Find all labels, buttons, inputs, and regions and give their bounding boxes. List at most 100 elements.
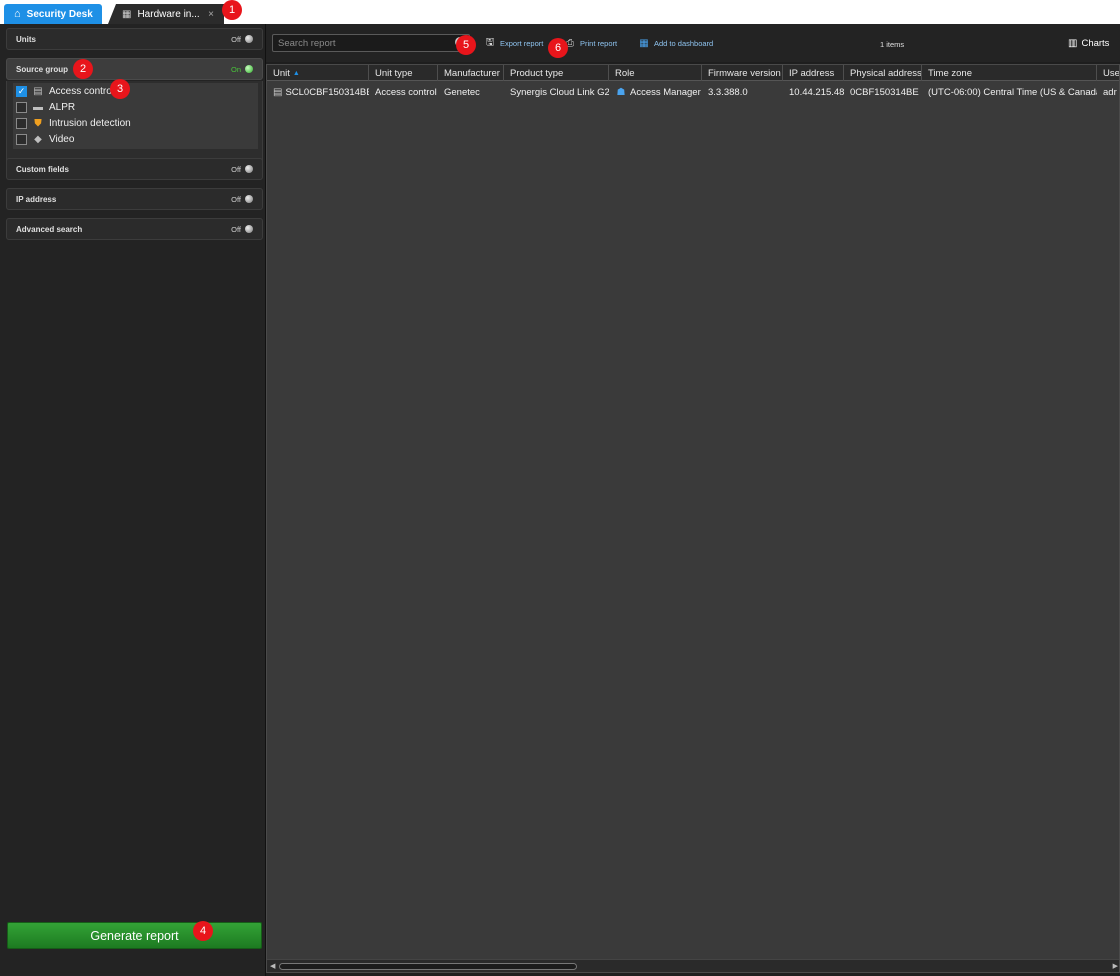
filter-source-group-label: Source group — [16, 64, 69, 74]
filter-advanced-search-toggle[interactable]: Off — [231, 225, 253, 234]
cell-physical-address: 0CBF150314BE — [850, 86, 919, 98]
cell-role: ☗ Access Manager — [609, 83, 702, 101]
alpr-icon: ▬ — [33, 101, 43, 113]
print-report-button[interactable]: ⎙ Print report — [564, 36, 617, 50]
toggle-led-on-icon — [245, 65, 253, 73]
bar-chart-icon: ▥ — [1068, 38, 1078, 49]
toggle-led-icon — [245, 225, 253, 233]
filter-panel: Units Off Source group On ✓ ▤ Access con… — [0, 24, 266, 976]
cell-role-value: Access Manager — [630, 86, 701, 98]
tab-hardware-inventory[interactable]: ▦ Hardware in... × — [108, 4, 224, 24]
cell-user: adr — [1103, 86, 1117, 98]
horizontal-scrollbar[interactable]: ◀ ▶ — [267, 959, 1119, 972]
column-header-time-zone[interactable]: Time zone — [922, 65, 1097, 81]
filter-source-group-state: On — [230, 64, 241, 74]
charts-button[interactable]: ▥ Charts — [1068, 38, 1109, 49]
column-header-label: Physical address — [850, 67, 922, 79]
source-item-alpr[interactable]: ▬ ALPR — [13, 99, 258, 115]
intrusion-shield-icon: ⛊ — [34, 117, 42, 129]
checkbox-access-control[interactable]: ✓ — [16, 85, 27, 97]
print-report-label: Print report — [580, 38, 618, 48]
cell-unit-type: Access control — [375, 86, 437, 98]
column-header-label: Unit — [273, 67, 290, 79]
column-header-manufacturer[interactable]: Manufacturer — [438, 65, 504, 81]
filter-units[interactable]: Units Off — [6, 28, 263, 50]
generate-report-button[interactable]: Generate report — [7, 922, 262, 949]
source-item-label: ALPR — [49, 101, 76, 113]
source-group-list: ✓ ▤ Access control ▬ ALPR ⛊ Intrusion de… — [13, 83, 258, 149]
report-toolbar: Search report 🖫 Export report ⎙ Print re… — [266, 24, 1120, 62]
export-icon: 🖫 — [485, 36, 495, 48]
column-header-label: Time zone — [928, 67, 972, 79]
checkbox-intrusion-detection[interactable] — [16, 117, 27, 129]
column-header-physical-address[interactable]: Physical address — [844, 65, 922, 81]
scroll-left-icon[interactable]: ◀ — [270, 962, 275, 970]
close-tab-icon[interactable]: × — [208, 9, 214, 20]
export-report-label: Export report — [500, 38, 544, 48]
column-header-role[interactable]: Role — [609, 65, 702, 81]
tab-security-desk[interactable]: ⌂ Security Desk — [4, 4, 102, 24]
access-control-unit-icon: ▤ — [273, 86, 283, 98]
filter-ip-address-toggle[interactable]: Off — [231, 195, 253, 204]
filter-units-label: Units — [16, 34, 36, 44]
column-header-label: Unit type — [375, 67, 413, 79]
report-table: Unit ▲ Unit type Manufacturer Product ty… — [266, 64, 1120, 973]
table-header: Unit ▲ Unit type Manufacturer Product ty… — [267, 65, 1120, 81]
column-header-label: Manufacturer — [444, 67, 500, 79]
callout-badge-4: 4 — [193, 921, 213, 941]
source-item-label: Intrusion detection — [49, 117, 131, 129]
source-item-intrusion-detection[interactable]: ⛊ Intrusion detection — [13, 115, 258, 131]
source-item-access-control[interactable]: ✓ ▤ Access control — [13, 83, 258, 99]
cell-product-type: Synergis Cloud Link G2 — [510, 86, 609, 98]
hardware-report-icon: ▦ — [122, 8, 132, 20]
tab-hardware-inventory-label: Hardware in... — [137, 8, 200, 20]
column-header-firmware-version[interactable]: Firmware version — [702, 65, 783, 81]
filter-advanced-search-label: Advanced search — [16, 224, 83, 234]
dashboard-add-icon: ▦ — [639, 37, 649, 49]
column-header-user[interactable]: Use — [1097, 65, 1120, 81]
cell-unit: ▤ SCL0CBF150314BE — [267, 83, 369, 101]
cell-time-zone: (UTC-06:00) Central Time (US & Canada) — [928, 86, 1097, 98]
column-header-unit[interactable]: Unit ▲ — [267, 65, 369, 81]
callout-badge-3: 3 — [110, 79, 130, 99]
sort-ascending-icon: ▲ — [292, 69, 300, 77]
checkbox-alpr[interactable] — [16, 101, 27, 113]
add-to-dashboard-label: Add to dashboard — [654, 38, 714, 48]
filter-source-group-toggle[interactable]: On — [231, 65, 253, 74]
callout-badge-2: 2 — [73, 59, 93, 79]
filter-ip-address[interactable]: IP address Off — [6, 188, 263, 210]
filter-units-toggle[interactable]: Off — [231, 35, 253, 44]
video-icon: ◆ — [34, 133, 42, 145]
filter-advanced-search-state: Off — [231, 224, 241, 234]
filter-custom-fields[interactable]: Custom fields Off — [6, 158, 263, 180]
cell-ip-address: 10.44.215.48 — [789, 86, 844, 98]
items-count: 1 items — [880, 40, 905, 49]
source-item-label: Access control — [49, 85, 115, 97]
scroll-right-icon[interactable]: ▶ — [1113, 962, 1118, 970]
source-item-video[interactable]: ◆ Video — [13, 131, 258, 147]
column-header-label: Role — [615, 67, 635, 79]
column-header-label: Use — [1103, 67, 1120, 79]
callout-badge-6: 6 — [548, 38, 568, 58]
toggle-led-icon — [245, 195, 253, 203]
scrollbar-thumb[interactable] — [279, 963, 577, 970]
checkbox-video[interactable] — [16, 133, 27, 145]
filter-advanced-search[interactable]: Advanced search Off — [6, 218, 263, 240]
filter-ip-address-state: Off — [231, 194, 241, 204]
search-report-input[interactable]: Search report — [272, 34, 470, 52]
filter-source-group[interactable]: Source group On — [6, 58, 263, 80]
tab-security-desk-label: Security Desk — [26, 8, 93, 20]
filter-custom-fields-toggle[interactable]: Off — [231, 165, 253, 174]
filter-custom-fields-state: Off — [231, 164, 241, 174]
export-report-button[interactable]: 🖫 Export report — [484, 36, 544, 50]
table-row[interactable]: ▤ SCL0CBF150314BE Access control Genetec… — [267, 83, 1119, 101]
source-item-label: Video — [49, 133, 75, 145]
column-header-label: Product type — [510, 67, 564, 79]
column-header-ip-address[interactable]: IP address — [783, 65, 844, 81]
column-header-product-type[interactable]: Product type — [504, 65, 609, 81]
home-icon: ⌂ — [14, 8, 21, 20]
column-header-unit-type[interactable]: Unit type — [369, 65, 438, 81]
column-header-label: Firmware version — [708, 67, 781, 79]
filter-ip-address-label: IP address — [16, 194, 57, 204]
add-to-dashboard-button[interactable]: ▦ Add to dashboard — [638, 36, 713, 50]
